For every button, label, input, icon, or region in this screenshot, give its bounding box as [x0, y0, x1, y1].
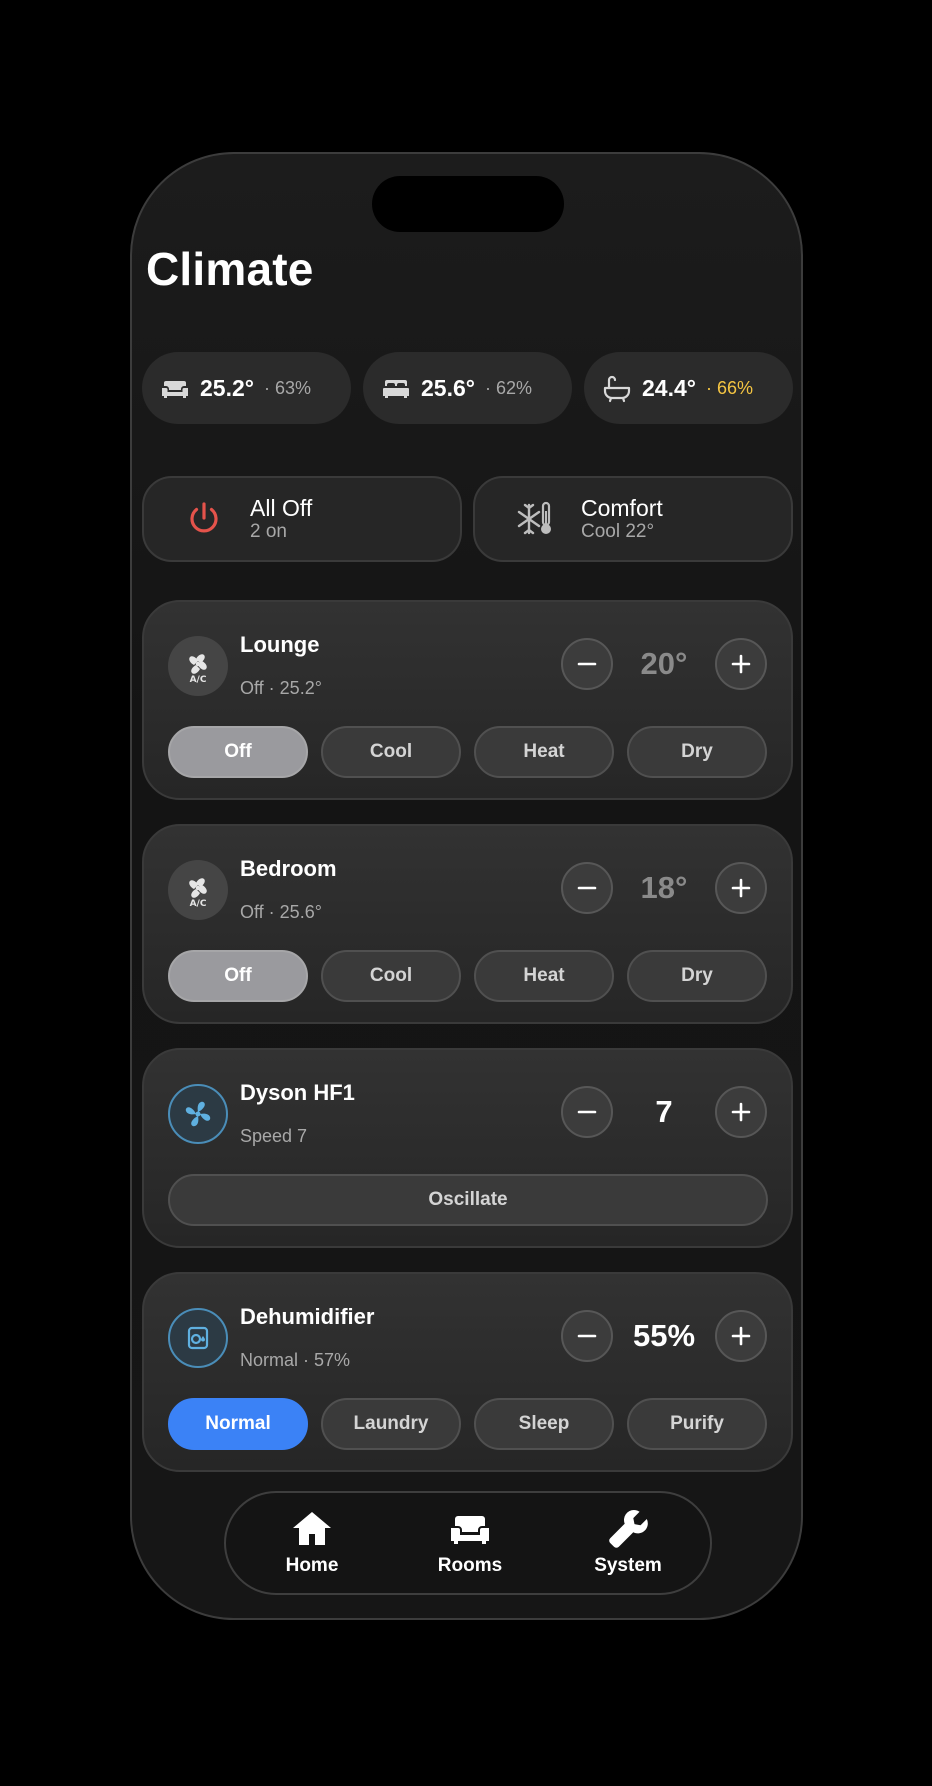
ac-icon: A/C: [168, 636, 228, 696]
scene-subtitle: Cool 22°: [581, 521, 655, 542]
decrease-button[interactable]: [561, 638, 613, 690]
sensor-pill-bedroom[interactable]: 25.6° · 62%: [363, 352, 572, 424]
mode-cool[interactable]: Cool: [321, 950, 461, 1002]
wrench-icon: [609, 1510, 648, 1548]
mode-heat[interactable]: Heat: [474, 726, 614, 778]
nav-label: Home: [285, 1555, 339, 1576]
bed-icon: [380, 372, 412, 404]
all-off-button[interactable]: All Off 2 on: [142, 476, 462, 562]
scene-subtitle: 2 on: [250, 521, 287, 542]
minus-icon: [577, 1334, 597, 1338]
decrease-button[interactable]: [561, 1086, 613, 1138]
snowflake-thermometer-icon: [515, 499, 555, 539]
mode-dry[interactable]: Dry: [627, 726, 767, 778]
sensor-temp: 25.6°: [421, 374, 475, 401]
device-card-dehumidifier: Dehumidifier Normal · 57% 55% Normal Lau…: [142, 1272, 793, 1472]
dynamic-island: [372, 176, 564, 232]
decrease-button[interactable]: [561, 1310, 613, 1362]
plus-icon: [731, 654, 751, 674]
device-name: Dyson HF1: [240, 1080, 355, 1105]
bathtub-icon: [601, 372, 633, 404]
device-status: Off · 25.2°: [240, 678, 322, 698]
device-name: Dehumidifier: [240, 1304, 375, 1329]
setpoint-value: 20°: [640, 646, 688, 681]
sensor-temp: 25.2°: [200, 374, 254, 401]
sofa-icon: [451, 1516, 489, 1544]
oscillate-toggle[interactable]: Oscillate: [168, 1174, 768, 1226]
comfort-scene-button[interactable]: Comfort Cool 22°: [473, 476, 793, 562]
nav-label: Rooms: [437, 1555, 503, 1576]
sensor-pill-lounge[interactable]: 25.2° · 63%: [142, 352, 351, 424]
increase-button[interactable]: [715, 862, 767, 914]
power-icon: [184, 499, 224, 539]
sensor-temp: 24.4°: [642, 374, 696, 401]
increase-button[interactable]: [715, 638, 767, 690]
mode-purify[interactable]: Purify: [627, 1398, 767, 1450]
nav-label: System: [594, 1555, 662, 1576]
speed-value: 7: [655, 1094, 673, 1129]
increase-button[interactable]: [715, 1310, 767, 1362]
page-title: Climate: [146, 243, 314, 295]
scene-title: Comfort: [581, 495, 663, 521]
fan-icon: [168, 1084, 228, 1144]
plus-icon: [731, 878, 751, 898]
mode-off[interactable]: Off: [168, 726, 308, 778]
minus-icon: [577, 662, 597, 666]
minus-icon: [577, 886, 597, 890]
minus-icon: [577, 1110, 597, 1114]
sensor-row: 25.2° · 63% 25.6° · 62% 24.4° · 66%: [142, 352, 793, 424]
decrease-button[interactable]: [561, 862, 613, 914]
mode-dry[interactable]: Dry: [627, 950, 767, 1002]
svg-text:A/C: A/C: [190, 899, 207, 909]
increase-button[interactable]: [715, 1086, 767, 1138]
mode-selector: Off Cool Heat Dry: [168, 950, 768, 1002]
nav-rooms[interactable]: Rooms: [410, 1507, 530, 1587]
sensor-humidity: · 62%: [484, 377, 532, 398]
mode-laundry[interactable]: Laundry: [321, 1398, 461, 1450]
dehumidifier-icon: [168, 1308, 228, 1368]
device-name: Bedroom: [240, 856, 337, 881]
humidity-target-value: 55%: [632, 1318, 696, 1353]
device-card-bedroom: A/C Bedroom Off · 25.6° 18° Off Cool Hea…: [142, 824, 793, 1024]
phone-frame: Climate 25.2° · 63% 25.6° · 62% 24.4° · …: [130, 152, 803, 1620]
mode-normal[interactable]: Normal: [168, 1398, 308, 1450]
nav-system[interactable]: System: [568, 1507, 688, 1587]
sensor-pill-bathroom[interactable]: 24.4° · 66%: [584, 352, 793, 424]
home-icon: [293, 1512, 331, 1545]
device-status: Speed 7: [240, 1126, 308, 1146]
sofa-icon: [159, 372, 191, 404]
scene-title: All Off: [250, 495, 313, 521]
svg-text:A/C: A/C: [190, 675, 207, 685]
device-name: Lounge: [240, 632, 320, 657]
setpoint-value: 18°: [640, 870, 688, 905]
device-status: Normal · 57%: [240, 1350, 351, 1370]
sensor-humidity: · 63%: [263, 377, 311, 398]
mode-off[interactable]: Off: [168, 950, 308, 1002]
mode-sleep[interactable]: Sleep: [474, 1398, 614, 1450]
mode-selector: Normal Laundry Sleep Purify: [168, 1398, 768, 1450]
device-card-dyson: Dyson HF1 Speed 7 7 Oscillate: [142, 1048, 793, 1248]
ac-icon: A/C: [168, 860, 228, 920]
device-card-lounge: A/C Lounge Off · 25.2° 20° Off Cool Heat…: [142, 600, 793, 800]
mode-selector: Off Cool Heat Dry: [168, 726, 768, 778]
device-status: Off · 25.6°: [240, 902, 322, 922]
plus-icon: [731, 1102, 751, 1122]
sensor-humidity: · 66%: [705, 377, 753, 398]
bottom-nav: Home Rooms System: [224, 1491, 712, 1595]
nav-home[interactable]: Home: [252, 1507, 372, 1587]
mode-heat[interactable]: Heat: [474, 950, 614, 1002]
plus-icon: [731, 1326, 751, 1346]
mode-cool[interactable]: Cool: [321, 726, 461, 778]
